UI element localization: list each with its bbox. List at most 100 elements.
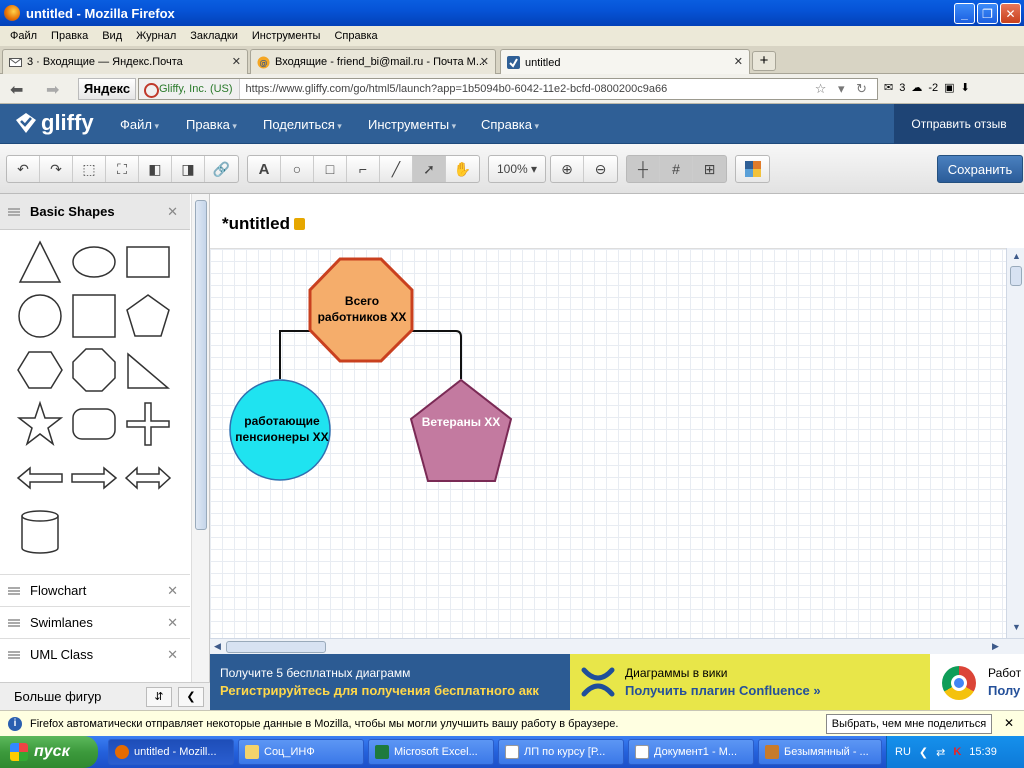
pan-tool-icon[interactable]: ✋ [446,156,479,182]
weather-icon[interactable]: ☁ [911,81,922,94]
rectangle-tool-icon[interactable]: □ [314,156,347,182]
more-shapes-button[interactable]: Больше фигур [14,689,101,704]
circle-shape-icon[interactable] [16,292,64,340]
minimize-button[interactable]: _ [954,3,975,24]
language-indicator[interactable]: RU [895,746,911,758]
scrollbar-thumb[interactable] [1010,266,1022,286]
forward-icon[interactable]: ➡ [46,80,59,100]
ellipse-shape-icon[interactable] [70,238,118,286]
banner-line2[interactable]: Получить плагин Confluence » [625,683,930,698]
grid-icon[interactable]: # [660,156,693,182]
hide-panel-icon[interactable]: ❮ [178,687,204,707]
theme-colors-icon[interactable] [736,156,769,182]
close-library-icon[interactable]: ✕ [167,615,178,631]
site-identity[interactable]: Gliffy, Inc. (US) [139,79,240,99]
scroll-right-icon[interactable]: ▶ [992,641,999,652]
rectangle-shape-icon[interactable] [124,238,172,286]
lock-icon[interactable] [294,218,305,230]
redo-icon[interactable]: ↷ [40,156,73,182]
send-feedback-button[interactable]: Отправить отзыв [894,104,1024,144]
bring-front-icon[interactable]: ◧ [139,156,172,182]
scroll-up-icon[interactable]: ▲ [1012,251,1021,261]
ungroup-icon[interactable]: ⛶ [106,156,139,182]
tab-untitled[interactable]: untitled ✕ [500,49,750,75]
connector-tool-icon[interactable]: ⌐ [347,156,380,182]
gliffy-menu-edit[interactable]: Правка [186,117,237,132]
tab-close-icon[interactable]: ✕ [734,55,743,68]
choose-share-button[interactable]: Выбрать, чем мне поделиться [826,714,992,734]
tab-close-icon[interactable]: ✕ [480,55,489,68]
group-icon[interactable]: ⬚ [73,156,106,182]
scrollbar-thumb[interactable] [226,641,326,653]
library-swimlanes[interactable]: Swimlanes ✕ [0,606,190,638]
gliffy-menu-share[interactable]: Поделиться [263,117,342,132]
guides-icon[interactable]: ┼ [627,156,660,182]
gliffy-menu-file[interactable]: Файл [120,117,159,132]
gliffy-logo[interactable]: gliffy [14,110,94,136]
octagon-shape-icon[interactable] [70,346,118,394]
task-word-doc1[interactable]: Документ1 - М... [628,739,754,765]
close-notification-icon[interactable]: ✕ [1004,716,1014,730]
download-icon[interactable]: ⬇ [961,81,970,94]
yandex-button[interactable]: Яндекс [78,78,136,100]
text-tool-icon[interactable]: A [248,156,281,182]
menu-history[interactable]: Журнал [129,30,183,42]
drag-handle-icon[interactable] [8,650,20,659]
tray-arrow-icon[interactable]: ❮ [919,746,928,759]
close-library-icon[interactable]: ✕ [167,204,178,220]
pointer-tool-icon[interactable]: ➚ [413,156,446,182]
undo-icon[interactable]: ↶ [7,156,40,182]
confluence-banner[interactable]: Диаграммы в вики Получить плагин Conflue… [570,654,930,710]
drag-handle-icon[interactable] [8,618,20,627]
library-flowchart[interactable]: Flowchart ✕ [0,574,190,606]
start-button[interactable]: пуск [0,736,98,768]
library-scrollbar[interactable] [191,194,209,682]
collapse-panels-icon[interactable]: ⇵ [146,687,172,707]
pentagon-shape-icon[interactable] [124,292,172,340]
banner-line2[interactable]: Регистрируйтесь для получения бесплатног… [220,683,570,698]
triangle-shape-icon[interactable] [16,238,64,286]
scroll-left-icon[interactable]: ◀ [214,641,221,652]
zoom-in-icon[interactable]: ⊕ [551,156,584,182]
snap-icon[interactable]: ⊞ [693,156,726,182]
save-button[interactable]: Сохранить [937,155,1023,183]
signup-banner[interactable]: Получите 5 бесплатных диаграмм Регистрир… [210,654,570,710]
canvas-vertical-scrollbar[interactable]: ▲ ▼ [1006,248,1024,638]
canvas-horizontal-scrollbar[interactable]: ◀ ▶ [210,638,1024,654]
bookmark-star-icon[interactable]: ☆ ▾ ↻ [815,81,871,97]
scrollbar-thumb[interactable] [195,200,207,530]
line-tool-icon[interactable]: ╱ [380,156,413,182]
close-library-icon[interactable]: ✕ [167,647,178,663]
url-text[interactable]: https://www.gliffy.com/go/html5/launch?a… [240,83,877,95]
clock[interactable]: 15:39 [969,746,997,758]
connector-line[interactable] [279,330,310,379]
arrow-left-shape-icon[interactable] [16,454,64,502]
tab-close-icon[interactable]: ✕ [232,55,241,68]
chrome-banner[interactable]: Работ Полу [930,654,1024,710]
square-shape-icon[interactable] [70,292,118,340]
ellipse-tool-icon[interactable]: ○ [281,156,314,182]
task-firefox[interactable]: untitled - Mozill... [108,739,234,765]
drag-handle-icon[interactable] [8,207,20,216]
link-icon[interactable]: 🔗 [205,156,238,182]
network-icon[interactable]: ⇄ [936,746,945,759]
menu-edit[interactable]: Правка [44,30,95,42]
menu-help[interactable]: Справка [327,30,384,42]
zoom-out-icon[interactable]: ⊖ [584,156,617,182]
rounded-rectangle-shape-icon[interactable] [70,400,118,448]
drawing-canvas[interactable]: Всего работников XX работающие пенсионер… [210,248,1006,638]
right-triangle-shape-icon[interactable] [124,346,172,394]
task-paint[interactable]: Безымянный - ... [758,739,882,765]
zoom-select[interactable]: 100% ▾ [489,156,545,182]
task-word-lp[interactable]: ЛП по курсу [Р... [498,739,624,765]
tab-yandex-mail[interactable]: 3 · Входящие — Яндекс.Почта ✕ [2,49,248,74]
send-back-icon[interactable]: ◨ [172,156,205,182]
menu-bookmarks[interactable]: Закладки [183,30,245,42]
star-shape-icon[interactable] [16,400,64,448]
maximize-button[interactable]: ❐ [977,3,998,24]
task-excel[interactable]: Microsoft Excel... [368,739,494,765]
cross-shape-icon[interactable] [124,400,172,448]
extension-icon[interactable]: ▣ [944,81,954,94]
library-header[interactable]: Basic Shapes ✕ [0,194,190,230]
scroll-down-icon[interactable]: ▼ [1012,622,1021,632]
